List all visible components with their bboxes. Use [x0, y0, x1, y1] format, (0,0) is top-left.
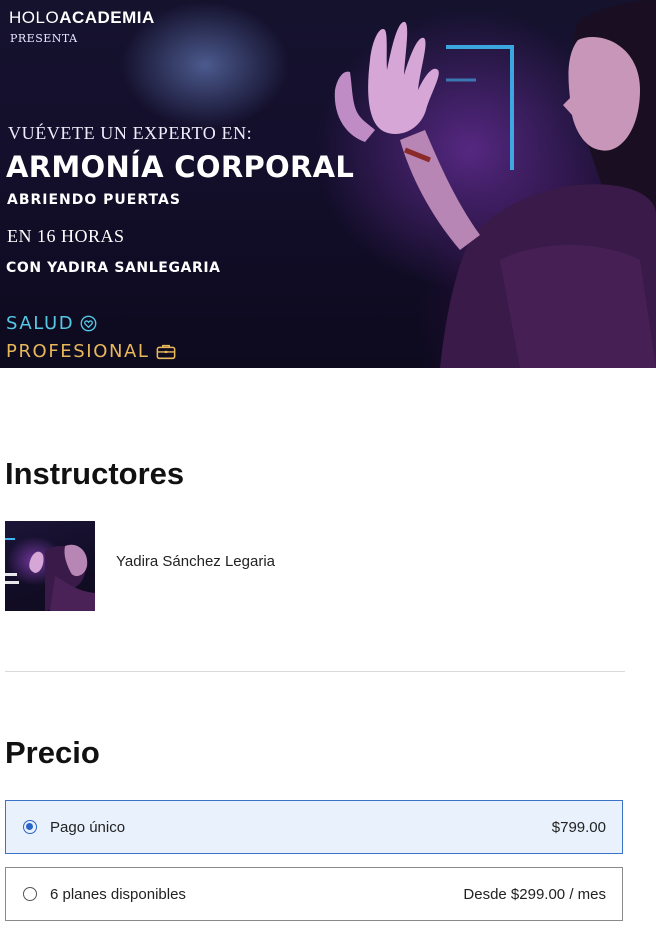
heart-icon: [80, 315, 97, 332]
radio-selected[interactable]: [23, 820, 37, 834]
course-title: ARMONÍA CORPORAL: [6, 150, 355, 184]
instructor-avatar[interactable]: [5, 521, 95, 611]
price-option-plans[interactable]: 6 planes disponibles Desde $299.00 / mes: [5, 867, 623, 921]
price-option-price: $799.00: [551, 818, 606, 836]
radio-unselected[interactable]: [23, 887, 37, 901]
briefcase-icon: [156, 344, 175, 360]
brand-logo: HOLOACADEMIA: [9, 8, 155, 28]
instructor-name[interactable]: Yadira Sánchez Legaria: [116, 553, 275, 570]
course-duration: EN 16 HORAS: [7, 226, 125, 246]
section-divider: [5, 671, 625, 672]
pricing-heading: Precio: [5, 735, 100, 770]
category-salud: SALUD: [6, 313, 97, 334]
course-instructor-line: CON YADIRA SANLEGARIA: [6, 260, 221, 276]
brand-light: HOLO: [9, 8, 60, 27]
hero-illustration: [334, 0, 656, 368]
price-option-price: Desde $299.00 / mes: [463, 885, 606, 903]
brand-tail: IA: [136, 8, 155, 27]
course-hero-banner: HOLOACADEMIA PRESENTA VUÉVETE UN EXPERTO…: [0, 0, 656, 368]
category-salud-label: SALUD: [6, 313, 75, 334]
category-profesional: PROFESIONAL: [6, 341, 176, 362]
presenta-label: PRESENTA: [10, 32, 78, 45]
brand-bold: ACADEM: [59, 8, 137, 27]
category-profesional-label: PROFESIONAL: [6, 341, 150, 362]
course-subtitle: ABRIENDO PUERTAS: [7, 192, 181, 208]
instructors-heading: Instructores: [5, 456, 185, 491]
price-option-label: 6 planes disponibles: [50, 885, 186, 903]
price-option-label: Pago único: [50, 818, 126, 836]
instructor-avatar-image: [5, 538, 95, 611]
price-option-single-payment[interactable]: Pago único $799.00: [5, 800, 623, 854]
hero-tagline: VUÉVETE UN EXPERTO EN:: [8, 123, 253, 143]
